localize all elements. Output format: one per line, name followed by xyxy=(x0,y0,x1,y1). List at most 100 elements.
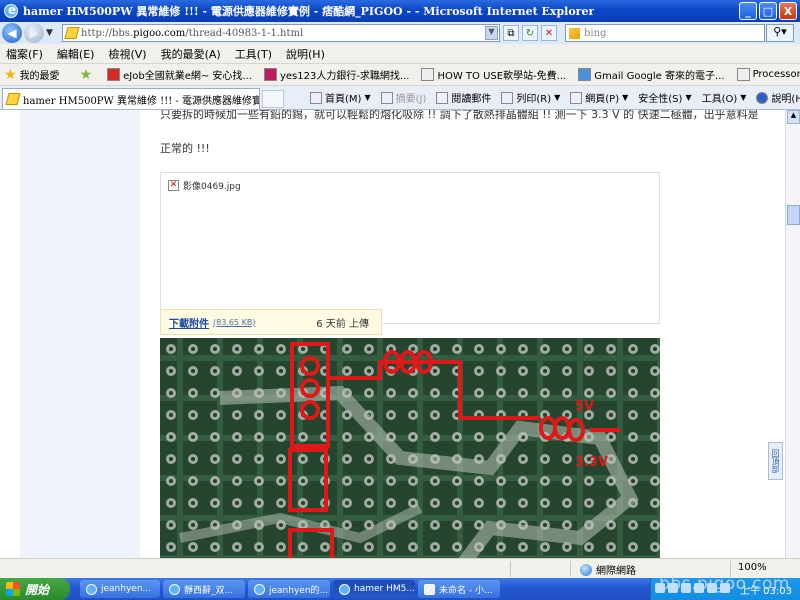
scroll-thumb[interactable] xyxy=(787,205,800,225)
refresh-icon[interactable]: ↻ xyxy=(522,25,538,41)
compatibility-icon[interactable]: ⧉ xyxy=(503,25,519,41)
download-attachment-link[interactable]: 下載附件 xyxy=(169,315,209,330)
tab-favicon-icon xyxy=(5,93,21,105)
cmd-label: 列印(R) xyxy=(516,94,552,105)
post-text-line: 正常的 !!! xyxy=(160,142,210,155)
favorites-button[interactable]: ★ 我的最愛 xyxy=(4,67,60,83)
url-field[interactable]: http://bbs. pigoo.com/thread-40983-1-1.ht… xyxy=(62,24,500,42)
cmd-label: 工具(O) xyxy=(701,94,738,105)
tab-current[interactable]: hamer HM500PW 異常維修 !!! - 電源供應器維修實... xyxy=(2,88,260,109)
search-placeholder: bing xyxy=(584,27,607,39)
menu-bar: 檔案(F) 編輯(E) 檢視(V) 我的最愛(A) 工具(T) 說明(H) xyxy=(0,44,800,64)
tools-menu-button[interactable]: 工具(O) ▼ xyxy=(702,90,747,105)
favorites-star-icon: ★ xyxy=(4,66,17,83)
address-toolbar: ◀ ▶ ▼ http://bbs. pigoo.com/thread-40983-… xyxy=(0,22,800,44)
globe-icon xyxy=(580,563,592,576)
forward-button[interactable]: ▶ xyxy=(24,23,44,43)
window-title: hamer HM500PW 異常維修 !!! - 電源供應器維修實例 - 痞酷網… xyxy=(23,5,595,18)
attachment-filename: 影像0469.jpg xyxy=(183,182,241,192)
print-button[interactable]: 列印(R) ▼ xyxy=(501,90,560,105)
favorite-link-label: eJob全國就業e網~ 安心找... xyxy=(123,71,252,82)
safety-menu-button[interactable]: 安全性(S) ▼ xyxy=(638,90,691,105)
back-to-top-button[interactable]: 回頂部 xyxy=(768,442,783,480)
favorite-link-3[interactable]: HOW TO USE軟學站-免費... xyxy=(421,67,566,82)
menu-tools[interactable]: 工具(T) xyxy=(235,46,272,62)
help-icon xyxy=(756,91,769,104)
new-tab-button[interactable] xyxy=(262,90,284,108)
favorite-link-label: yes123人力銀行-求職網找... xyxy=(279,71,410,82)
ie-icon xyxy=(254,583,265,595)
taskbar-item[interactable]: 未命名 - 小... xyxy=(418,580,500,598)
search-input[interactable]: bing xyxy=(565,24,765,42)
help-menu-button[interactable]: 說明(H)▼ xyxy=(756,90,800,105)
favorite-link-5[interactable]: Processor Spec Finder xyxy=(736,68,800,81)
window-title-bar[interactable]: hamer HM500PW 異常維修 !!! - 電源供應器維修實例 - 痞酷網… xyxy=(0,0,800,22)
divider xyxy=(510,561,511,577)
home-button[interactable]: 首頁(M) ▼ xyxy=(310,90,371,105)
favorite-link-label: Processor Spec Finder xyxy=(752,69,800,80)
back-button[interactable]: ◀ xyxy=(2,23,22,43)
post-text-line: 只要拆的時候加一些有鉛的錫，就可以輕鬆的熔化吸除 !! 調下了散熱排晶體組 !!… xyxy=(160,110,759,121)
page-icon xyxy=(736,68,750,81)
menu-view[interactable]: 檢視(V) xyxy=(108,46,146,62)
menu-file[interactable]: 檔案(F) xyxy=(6,46,43,62)
ejob-icon xyxy=(107,68,121,81)
print-icon xyxy=(501,91,514,104)
windows-logo-icon xyxy=(6,582,20,596)
gmail-icon xyxy=(578,68,592,81)
zone-indicator[interactable]: 網際網路 xyxy=(580,562,636,577)
stop-icon[interactable]: ✕ xyxy=(541,25,557,41)
history-dropdown-icon[interactable]: ▼ xyxy=(46,28,58,38)
taskbar-item-label: jeanhyen... xyxy=(101,584,152,594)
favorite-link-1[interactable]: eJob全國就業e網~ 安心找... xyxy=(107,67,252,82)
scroll-up-icon[interactable]: ▲ xyxy=(787,110,800,124)
favorite-link-label: HOW TO USE軟學站-免費... xyxy=(437,71,567,82)
taskbar-item[interactable]: 靜西辭_双... xyxy=(163,580,245,598)
taskbar-item-active[interactable]: hamer HM5... xyxy=(333,580,415,598)
minimize-button[interactable]: _ xyxy=(739,2,757,20)
cmd-label: 首頁(M) xyxy=(325,94,362,105)
pcb-photo: 5V 3.3V xyxy=(160,338,660,578)
menu-edit[interactable]: 編輯(E) xyxy=(57,46,95,62)
yes123-icon xyxy=(263,68,277,81)
favorites-label: 我的最愛 xyxy=(19,71,60,82)
page-content[interactable]: 只要拆的時候加一些有鉛的錫，就可以輕鬆的熔化吸除 !! 調下了散熱排晶體組 !!… xyxy=(0,110,785,578)
page-icon xyxy=(421,68,435,81)
favorite-link-2[interactable]: yes123人力銀行-求職網找... xyxy=(263,67,410,82)
feeds-button[interactable]: 摘要(J) xyxy=(380,90,426,105)
home-icon xyxy=(310,91,322,104)
zoom-level[interactable]: 100% xyxy=(738,562,767,573)
url-prefix: http://bbs. xyxy=(81,27,134,39)
taskbar-item[interactable]: jeanhyen的... xyxy=(248,580,330,598)
close-button[interactable]: X xyxy=(779,2,797,20)
start-button[interactable]: 開始 xyxy=(0,578,70,600)
taskbar-item[interactable]: jeanhyen... xyxy=(80,580,160,598)
left-sidebar xyxy=(20,110,140,578)
ie-icon xyxy=(169,583,180,595)
add-favorite-button[interactable]: ★ xyxy=(80,67,96,83)
ie-icon xyxy=(339,583,350,595)
read-mail-button[interactable]: 閱讀郵件 xyxy=(436,90,491,105)
pcb-label-5v: 5V xyxy=(575,399,594,414)
command-bar: 首頁(M) ▼ 摘要(J) 閱讀郵件 列印(R) ▼ 網頁(P) ▼ 安全性(S) ▼ … xyxy=(310,90,800,105)
menu-help[interactable]: 說明(H) xyxy=(286,46,325,62)
menu-favorites[interactable]: 我的最愛(A) xyxy=(161,46,221,62)
taskbar: 開始 jeanhyen... 靜西辭_双... jeanhyen的... ham… xyxy=(0,574,800,600)
page-menu-button[interactable]: 網頁(P) ▼ xyxy=(570,90,628,105)
favorite-link-label: Gmail Google 寄來的電子... xyxy=(594,71,725,82)
vertical-scrollbar[interactable]: ▲ ▼ xyxy=(785,110,800,578)
mail-icon xyxy=(436,91,449,104)
pcb-label-3v3: 3.3V xyxy=(575,455,608,470)
url-path: /thread-40983-1-1.html xyxy=(185,27,304,39)
taskbar-item-label: 靜西辭_双... xyxy=(184,585,234,596)
favorite-link-4[interactable]: Gmail Google 寄來的電子... xyxy=(578,67,725,82)
search-button[interactable]: ⚲▾ xyxy=(766,24,794,42)
cmd-label: 網頁(P) xyxy=(585,94,620,105)
broken-image-icon: ✕ xyxy=(168,180,179,191)
url-dropdown-icon[interactable]: ▼ xyxy=(485,26,498,40)
maximize-button[interactable]: □ xyxy=(759,2,777,20)
ie-icon xyxy=(86,583,97,595)
add-favorite-icon: ★ xyxy=(79,66,93,83)
tab-label: hamer HM500PW 異常維修 !!! - 電源供應器維修實... xyxy=(23,95,260,107)
attachment-size: (83.65 KB) xyxy=(213,317,256,327)
